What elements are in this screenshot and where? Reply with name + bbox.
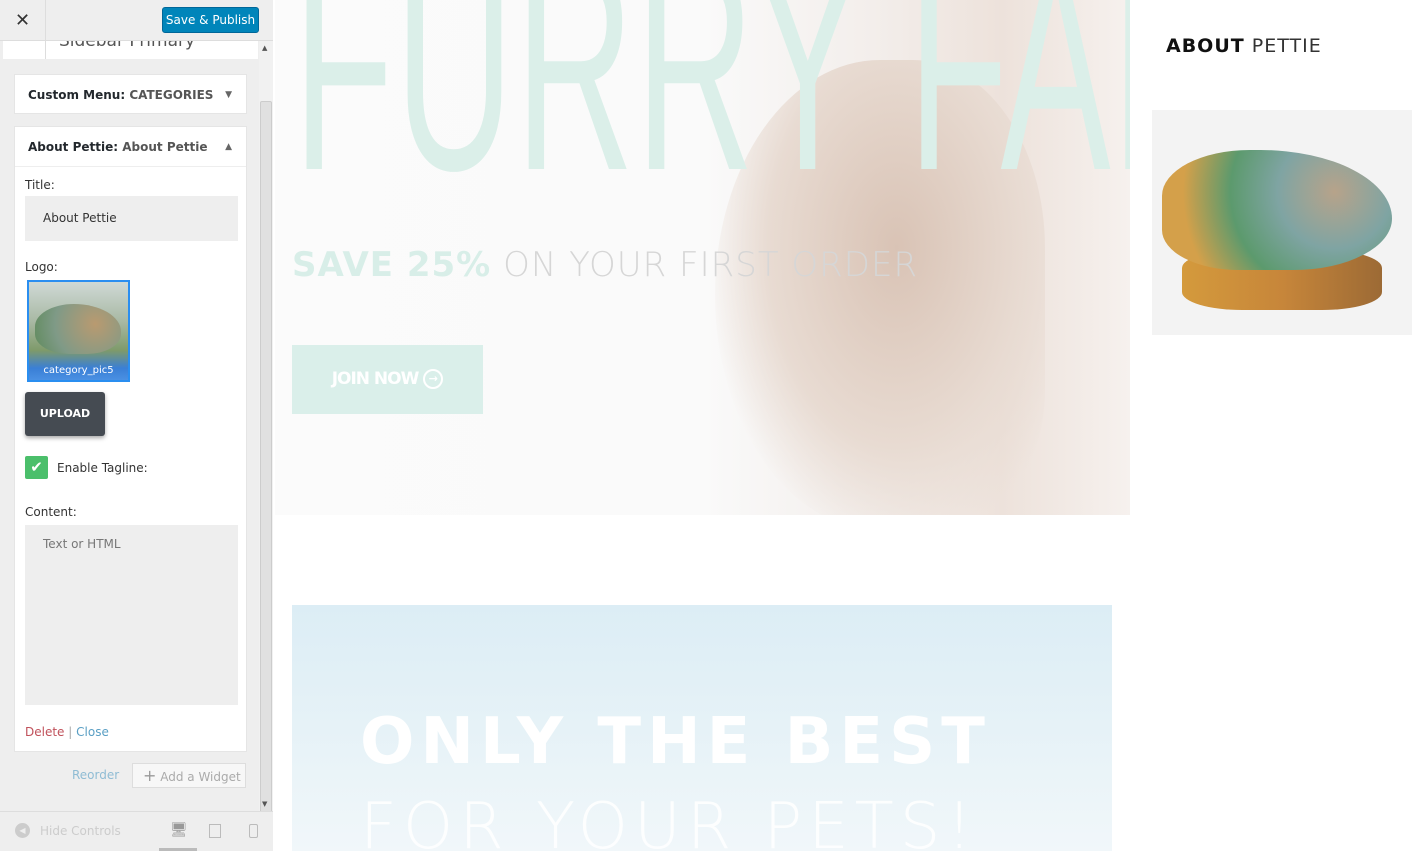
title-rest: PETTIE bbox=[1251, 35, 1322, 57]
scrollbar[interactable]: ▲ ▼ bbox=[259, 41, 273, 835]
customizer-panel: ✕ Save & Publish Sidebar Primary Custom … bbox=[0, 0, 273, 851]
promo-bold: SAVE 25% bbox=[292, 245, 492, 285]
widget-type: About Pettie: bbox=[28, 140, 119, 154]
title-label: Title: bbox=[25, 178, 55, 192]
arrow-circle-icon: → bbox=[423, 369, 444, 389]
join-now-button[interactable]: JOIN NOW → bbox=[292, 345, 483, 414]
widget-header[interactable]: About Pettie: About Pettie ▲ bbox=[15, 127, 246, 167]
promo-banner: ONLY THE BEST FOR YOUR PETS! bbox=[292, 605, 1112, 851]
section-header[interactable]: Sidebar Primary bbox=[3, 41, 258, 59]
widget-name: About Pettie bbox=[122, 140, 208, 154]
title-bold: ABOUT bbox=[1166, 35, 1245, 57]
tagline-checkbox[interactable]: ✔ bbox=[25, 456, 48, 479]
promo-text: SAVE 25% ON YOUR FIRST ORDER bbox=[292, 245, 918, 285]
title-input[interactable]: About Pettie bbox=[25, 196, 238, 241]
section-title: Sidebar Primary bbox=[59, 41, 196, 51]
mobile-icon[interactable] bbox=[249, 824, 258, 838]
iguana-logo-image bbox=[1152, 110, 1412, 335]
hero-banner: FURRY FAMILY SAVE 25% ON YOUR FIRST ORDE… bbox=[275, 0, 1130, 515]
add-widget-button[interactable]: + Add a Widget bbox=[132, 763, 246, 788]
logo-thumbnail[interactable]: category_pic5 bbox=[27, 280, 130, 382]
widget-about-pettie: About Pettie: About Pettie ▲ Title: About… bbox=[14, 126, 247, 752]
logo-label: Logo: bbox=[25, 260, 58, 274]
upload-button[interactable]: UPLOAD bbox=[25, 392, 105, 436]
scrollbar-thumb[interactable] bbox=[260, 101, 272, 835]
logo-filename: category_pic5 bbox=[43, 365, 114, 376]
separator: | bbox=[68, 725, 73, 739]
customizer-footer: ◀ Hide Controls 🖥 bbox=[0, 811, 273, 851]
widget-actions: Delete | Close bbox=[25, 725, 109, 739]
hero-title: FURRY FAMILY bbox=[293, 0, 1130, 233]
join-label: JOIN NOW bbox=[331, 369, 420, 389]
close-icon[interactable]: ✕ bbox=[0, 0, 46, 41]
site-preview: FURRY FAMILY SAVE 25% ON YOUR FIRST ORDE… bbox=[274, 0, 1419, 851]
promo-rest: ON YOUR FIRST ORDER bbox=[503, 245, 919, 285]
caret-down-icon[interactable]: ▼ bbox=[225, 75, 232, 115]
banner-title: ONLY THE BEST bbox=[360, 705, 991, 779]
reorder-link[interactable]: Reorder bbox=[72, 768, 119, 782]
close-link[interactable]: Close bbox=[76, 725, 109, 739]
iguana-image bbox=[35, 304, 121, 354]
tagline-label: Enable Tagline: bbox=[57, 461, 148, 475]
caret-up-icon[interactable]: ▲ bbox=[225, 127, 232, 167]
hide-controls-button[interactable]: Hide Controls bbox=[40, 824, 121, 838]
add-widget-label: Add a Widget bbox=[160, 770, 241, 784]
desktop-icon[interactable]: 🖥 bbox=[170, 822, 188, 838]
content-textarea[interactable]: Text or HTML bbox=[25, 525, 238, 705]
tablet-icon[interactable] bbox=[209, 824, 221, 838]
sidebar-widget-title: ABOUT PETTIE bbox=[1166, 35, 1322, 57]
widget-name: CATEGORIES bbox=[129, 88, 214, 102]
customizer-header: ✕ Save & Publish bbox=[0, 0, 273, 41]
delete-link[interactable]: Delete bbox=[25, 725, 64, 739]
banner-subtitle: FOR YOUR PETS! bbox=[360, 790, 979, 851]
widget-custom-menu[interactable]: Custom Menu: CATEGORIES ▼ bbox=[14, 74, 247, 114]
plus-icon: + bbox=[143, 766, 157, 785]
content-label: Content: bbox=[25, 505, 77, 519]
collapse-icon[interactable]: ◀ bbox=[15, 823, 30, 838]
save-publish-button[interactable]: Save & Publish bbox=[162, 7, 259, 33]
widget-type: Custom Menu: bbox=[28, 88, 126, 102]
